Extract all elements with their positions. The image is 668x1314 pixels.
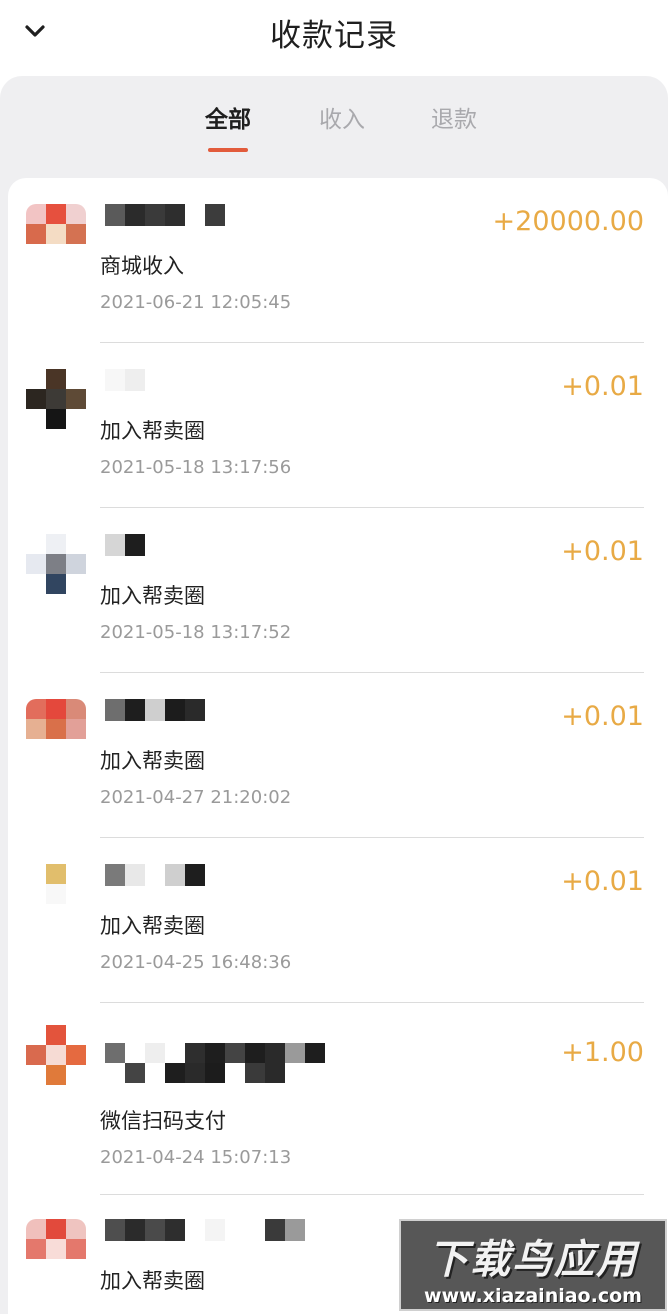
tab-bar: 全部 收入 退款 bbox=[0, 100, 668, 160]
tab-all[interactable]: 全部 bbox=[183, 100, 273, 134]
record-type: 微信扫码支付 bbox=[100, 1109, 226, 1133]
avatar bbox=[26, 1025, 86, 1085]
record-time: 2021-06-21 12:05:45 bbox=[100, 292, 292, 313]
record-item[interactable]: 加入帮卖圈 2021-05-18 13:17:56 +0.01 bbox=[8, 343, 668, 508]
record-item[interactable]: 微信扫码支付 2021-04-24 15:07:13 +1.00 bbox=[8, 1003, 668, 1195]
masked-payer-name bbox=[105, 1043, 345, 1083]
watermark-title: 下载鸟应用 bbox=[428, 1237, 638, 1283]
avatar bbox=[26, 699, 86, 759]
page-title: 收款记录 bbox=[270, 18, 398, 54]
watermark-url: www.xiazainiao.com bbox=[424, 1285, 642, 1307]
record-amount: +0.01 bbox=[561, 371, 644, 402]
avatar bbox=[26, 369, 86, 429]
masked-payer-name bbox=[105, 699, 205, 721]
masked-payer-name bbox=[105, 204, 225, 226]
record-type: 加入帮卖圈 bbox=[100, 419, 205, 443]
record-amount: +1.00 bbox=[561, 1037, 644, 1068]
record-type: 加入帮卖圈 bbox=[100, 584, 205, 608]
tab-refund[interactable]: 退款 bbox=[409, 100, 499, 134]
masked-payer-name bbox=[105, 1219, 305, 1241]
record-time: 2021-05-18 13:17:52 bbox=[100, 622, 292, 643]
active-tab-indicator bbox=[208, 148, 248, 152]
masked-payer-name bbox=[105, 864, 205, 886]
record-list: 商城收入 2021-06-21 12:05:45 +20000.00 加入帮卖圈… bbox=[8, 178, 668, 1314]
record-item[interactable]: 加入帮卖圈 2021-04-27 21:20:02 +0.01 bbox=[8, 673, 668, 838]
watermark-logo: 下载鸟应用 www.xiazainiao.com bbox=[399, 1219, 667, 1311]
record-item[interactable]: 加入帮卖圈 2021-04-25 16:48:36 +0.01 bbox=[8, 838, 668, 1003]
record-type: 加入帮卖圈 bbox=[100, 914, 205, 938]
record-amount: +20000.00 bbox=[492, 206, 644, 237]
record-item[interactable]: 商城收入 2021-06-21 12:05:45 +20000.00 bbox=[8, 178, 668, 343]
record-type: 加入帮卖圈 bbox=[100, 749, 205, 773]
avatar bbox=[26, 1219, 86, 1279]
record-item[interactable]: 加入帮卖圈 2021-05-18 13:17:52 +0.01 bbox=[8, 508, 668, 673]
avatar bbox=[26, 204, 86, 264]
record-amount: +0.01 bbox=[561, 866, 644, 897]
page: 收款记录 全部 收入 退款 商城收入 2021-06-21 12:05:45 +… bbox=[0, 0, 668, 1314]
record-time: 2021-04-25 16:48:36 bbox=[100, 952, 292, 973]
header: 收款记录 bbox=[0, 0, 668, 64]
avatar bbox=[26, 534, 86, 594]
record-type: 加入帮卖圈 bbox=[100, 1269, 205, 1293]
record-time: 2021-05-18 13:17:56 bbox=[100, 457, 292, 478]
record-time: 2021-04-24 15:07:13 bbox=[100, 1147, 292, 1168]
record-time: 2021-04-27 21:20:02 bbox=[100, 787, 292, 808]
tab-income[interactable]: 收入 bbox=[297, 100, 387, 134]
masked-payer-name bbox=[105, 534, 145, 556]
record-type: 商城收入 bbox=[100, 254, 184, 278]
masked-payer-name bbox=[105, 369, 145, 391]
record-amount: +0.01 bbox=[561, 536, 644, 567]
record-amount: +0.01 bbox=[561, 701, 644, 732]
avatar bbox=[26, 864, 86, 924]
